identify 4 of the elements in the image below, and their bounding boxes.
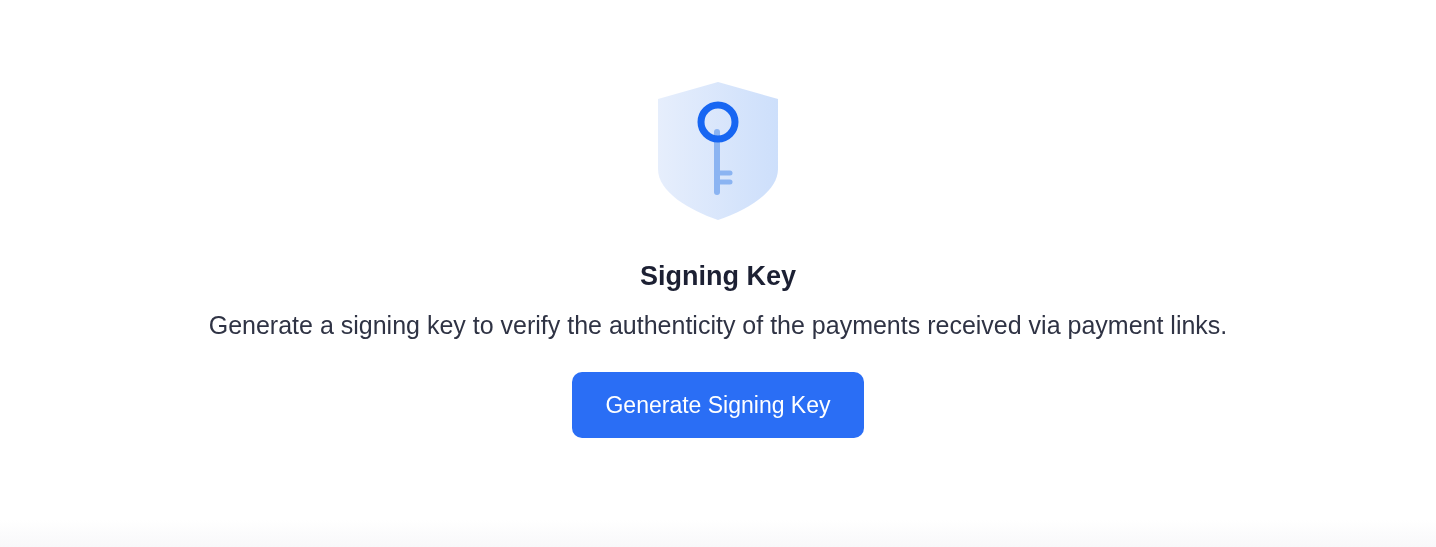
description: Generate a signing key to verify the authenticity of the payments received via payment links. (208, 309, 1228, 341)
title: Signing Key (640, 260, 796, 293)
generate-button[interactable]: Generate Signing Key (572, 372, 864, 438)
shield-key-icon (657, 82, 779, 220)
